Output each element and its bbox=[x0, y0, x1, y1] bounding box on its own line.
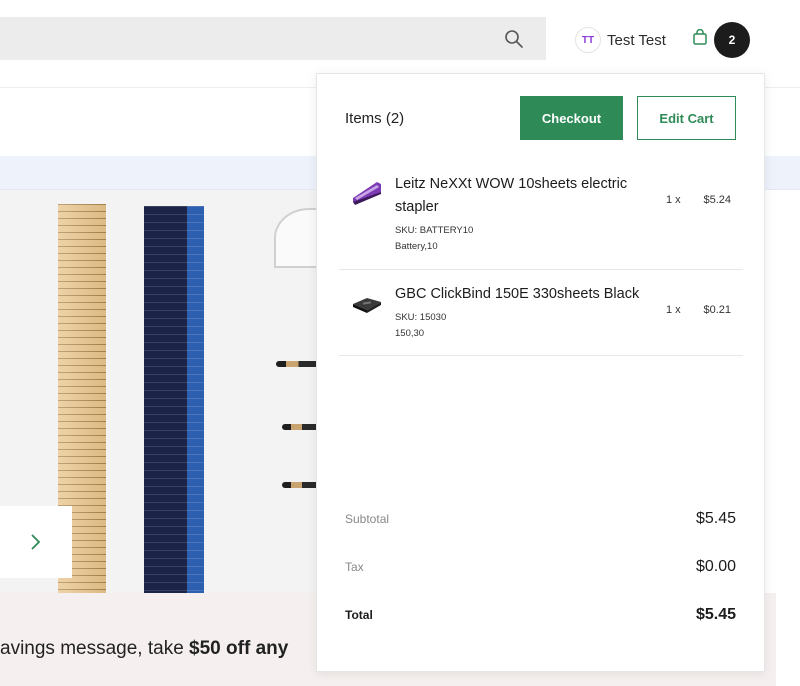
binder-image bbox=[353, 298, 381, 313]
stapler-image bbox=[353, 182, 381, 205]
search-icon[interactable] bbox=[504, 29, 524, 49]
item-attributes: Battery,10 bbox=[395, 241, 438, 252]
checkout-button[interactable]: Checkout bbox=[520, 96, 623, 140]
cart-item[interactable]: GBC ClickBind 150E 330sheets Black SKU: … bbox=[339, 270, 743, 356]
total-label: Total bbox=[345, 608, 373, 622]
item-attributes: 150,30 bbox=[395, 328, 425, 339]
edit-cart-button[interactable]: Edit Cart bbox=[637, 96, 736, 140]
subtotal-label: Subtotal bbox=[345, 512, 390, 526]
tax-value: $0.00 bbox=[695, 558, 736, 575]
cart-count-badge[interactable]: 2 bbox=[714, 22, 750, 58]
avatar: TT bbox=[575, 27, 601, 53]
item-sku: SKU: BATTERY10 bbox=[395, 225, 474, 236]
item-price: $5.24 bbox=[703, 194, 731, 206]
shopping-bag-icon[interactable] bbox=[693, 29, 707, 45]
carousel-next-button[interactable] bbox=[0, 506, 72, 578]
tax-label: Tax bbox=[345, 560, 364, 574]
subtotal-value: $5.45 bbox=[695, 510, 736, 527]
item-name[interactable]: Leitz NeXXt WOW 10sheets electric staple… bbox=[395, 173, 640, 219]
item-quantity: 1 x bbox=[666, 304, 681, 316]
item-quantity: 1 x bbox=[666, 194, 681, 206]
item-sku: SKU: 15030 bbox=[395, 312, 447, 323]
pencil bbox=[276, 361, 320, 367]
item-name[interactable]: GBC ClickBind 150E 330sheets Black bbox=[395, 283, 640, 306]
protractor bbox=[274, 208, 320, 268]
cart-items-title: Items (2) bbox=[345, 110, 405, 127]
user-name: Test Test bbox=[607, 31, 666, 49]
search-bar[interactable] bbox=[0, 17, 546, 60]
blue-ruler bbox=[144, 206, 204, 593]
mini-cart-panel: Items (2) Checkout Edit Cart Leitz NeXXt… bbox=[316, 73, 765, 672]
item-price: $0.21 bbox=[703, 304, 731, 316]
user-menu[interactable]: TT Test Test bbox=[575, 26, 666, 54]
total-value: $5.45 bbox=[695, 606, 736, 623]
pencil bbox=[282, 424, 320, 430]
chevron-right-icon bbox=[31, 534, 41, 550]
promo-text: avings message, take $50 off any bbox=[0, 638, 289, 659]
pencil bbox=[282, 482, 320, 488]
cart-item[interactable]: Leitz NeXXt WOW 10sheets electric staple… bbox=[339, 168, 743, 270]
